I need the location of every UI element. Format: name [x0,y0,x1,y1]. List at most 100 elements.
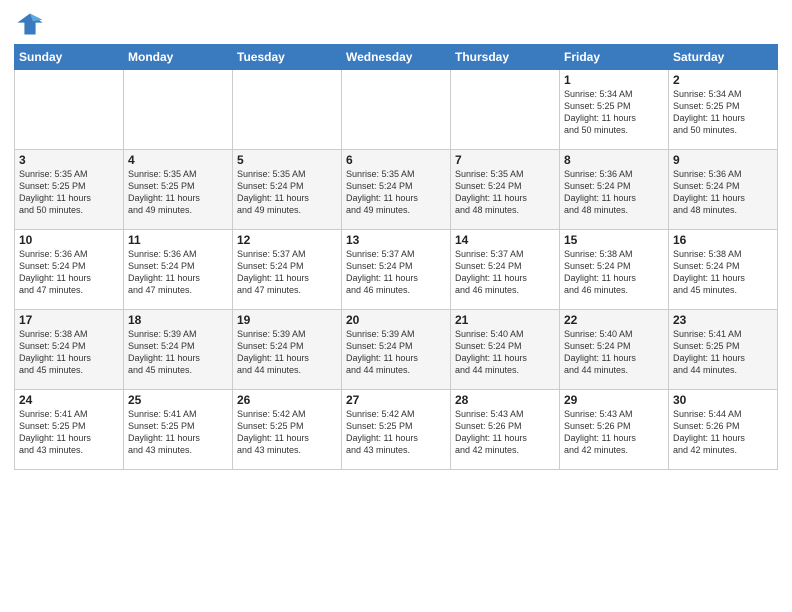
calendar-cell: 19Sunrise: 5:39 AM Sunset: 5:24 PM Dayli… [233,310,342,390]
calendar-cell: 21Sunrise: 5:40 AM Sunset: 5:24 PM Dayli… [451,310,560,390]
calendar-cell: 12Sunrise: 5:37 AM Sunset: 5:24 PM Dayli… [233,230,342,310]
day-number: 19 [237,313,337,327]
day-number: 21 [455,313,555,327]
day-info: Sunrise: 5:36 AM Sunset: 5:24 PM Dayligh… [128,248,228,297]
day-info: Sunrise: 5:35 AM Sunset: 5:25 PM Dayligh… [19,168,119,217]
day-info: Sunrise: 5:35 AM Sunset: 5:24 PM Dayligh… [455,168,555,217]
day-number: 29 [564,393,664,407]
day-number: 26 [237,393,337,407]
day-number: 11 [128,233,228,247]
weekday-header-friday: Friday [560,45,669,70]
logo [14,10,44,38]
calendar-cell: 20Sunrise: 5:39 AM Sunset: 5:24 PM Dayli… [342,310,451,390]
day-info: Sunrise: 5:41 AM Sunset: 5:25 PM Dayligh… [673,328,773,377]
calendar-cell [233,70,342,150]
day-info: Sunrise: 5:37 AM Sunset: 5:24 PM Dayligh… [346,248,446,297]
calendar-cell: 4Sunrise: 5:35 AM Sunset: 5:25 PM Daylig… [124,150,233,230]
day-info: Sunrise: 5:41 AM Sunset: 5:25 PM Dayligh… [128,408,228,457]
weekday-header-tuesday: Tuesday [233,45,342,70]
calendar-cell: 26Sunrise: 5:42 AM Sunset: 5:25 PM Dayli… [233,390,342,470]
day-number: 16 [673,233,773,247]
day-number: 14 [455,233,555,247]
page: SundayMondayTuesdayWednesdayThursdayFrid… [0,0,792,612]
calendar-table: SundayMondayTuesdayWednesdayThursdayFrid… [14,44,778,470]
weekday-header-wednesday: Wednesday [342,45,451,70]
day-number: 10 [19,233,119,247]
day-info: Sunrise: 5:35 AM Sunset: 5:25 PM Dayligh… [128,168,228,217]
day-info: Sunrise: 5:36 AM Sunset: 5:24 PM Dayligh… [673,168,773,217]
calendar-cell [15,70,124,150]
day-number: 6 [346,153,446,167]
weekday-header-row: SundayMondayTuesdayWednesdayThursdayFrid… [15,45,778,70]
calendar-week-row: 17Sunrise: 5:38 AM Sunset: 5:24 PM Dayli… [15,310,778,390]
day-number: 25 [128,393,228,407]
day-info: Sunrise: 5:42 AM Sunset: 5:25 PM Dayligh… [237,408,337,457]
day-number: 27 [346,393,446,407]
calendar-cell: 9Sunrise: 5:36 AM Sunset: 5:24 PM Daylig… [669,150,778,230]
calendar-cell: 15Sunrise: 5:38 AM Sunset: 5:24 PM Dayli… [560,230,669,310]
calendar-cell: 6Sunrise: 5:35 AM Sunset: 5:24 PM Daylig… [342,150,451,230]
calendar-week-row: 10 Sunrise: 5:36 AM Sunset: 5:24 PM Dayli… [15,230,778,310]
calendar-cell: 3Sunrise: 5:35 AM Sunset: 5:25 PM Daylig… [15,150,124,230]
calendar-cell: 28Sunrise: 5:43 AM Sunset: 5:26 PM Dayli… [451,390,560,470]
calendar-cell: 22Sunrise: 5:40 AM Sunset: 5:24 PM Dayli… [560,310,669,390]
day-number: 17 [19,313,119,327]
day-info: Sunrise: 5:40 AM Sunset: 5:24 PM Dayligh… [564,328,664,377]
calendar-cell: 27Sunrise: 5:42 AM Sunset: 5:25 PM Dayli… [342,390,451,470]
day-number: 1 [564,73,664,87]
calendar-cell: 7Sunrise: 5:35 AM Sunset: 5:24 PM Daylig… [451,150,560,230]
day-number: 23 [673,313,773,327]
calendar-cell [451,70,560,150]
calendar-cell: 11Sunrise: 5:36 AM Sunset: 5:24 PM Dayli… [124,230,233,310]
day-number: 8 [564,153,664,167]
day-info: Sunrise: 5:36 AM Sunset: 5:24 PM Dayligh… [564,168,664,217]
day-number: 9 [673,153,773,167]
day-info: Sunrise: 5:39 AM Sunset: 5:24 PM Dayligh… [128,328,228,377]
calendar-cell: 17Sunrise: 5:38 AM Sunset: 5:24 PM Dayli… [15,310,124,390]
day-info: Sunrise: 5:41 AM Sunset: 5:25 PM Dayligh… [19,408,119,457]
day-number: 30 [673,393,773,407]
day-info: Sunrise: 5:39 AM Sunset: 5:24 PM Dayligh… [346,328,446,377]
calendar-cell: 5Sunrise: 5:35 AM Sunset: 5:24 PM Daylig… [233,150,342,230]
calendar-cell: 24Sunrise: 5:41 AM Sunset: 5:25 PM Dayli… [15,390,124,470]
calendar-cell [124,70,233,150]
day-info: Sunrise: 5:34 AM Sunset: 5:25 PM Dayligh… [564,88,664,137]
day-number: 5 [237,153,337,167]
weekday-header-thursday: Thursday [451,45,560,70]
calendar-cell: 8Sunrise: 5:36 AM Sunset: 5:24 PM Daylig… [560,150,669,230]
weekday-header-sunday: Sunday [15,45,124,70]
calendar-cell: 29Sunrise: 5:43 AM Sunset: 5:26 PM Dayli… [560,390,669,470]
day-number: 24 [19,393,119,407]
day-number: 18 [128,313,228,327]
calendar-cell: 13Sunrise: 5:37 AM Sunset: 5:24 PM Dayli… [342,230,451,310]
day-info: Sunrise: 5:39 AM Sunset: 5:24 PM Dayligh… [237,328,337,377]
day-info: Sunrise: 5:43 AM Sunset: 5:26 PM Dayligh… [455,408,555,457]
day-info: Sunrise: 5:38 AM Sunset: 5:24 PM Dayligh… [673,248,773,297]
calendar-cell: 18Sunrise: 5:39 AM Sunset: 5:24 PM Dayli… [124,310,233,390]
header [14,10,778,38]
day-number: 3 [19,153,119,167]
day-info: Sunrise: 5:43 AM Sunset: 5:26 PM Dayligh… [564,408,664,457]
calendar-cell: 16Sunrise: 5:38 AM Sunset: 5:24 PM Dayli… [669,230,778,310]
weekday-header-monday: Monday [124,45,233,70]
calendar-cell: 2Sunrise: 5:34 AM Sunset: 5:25 PM Daylig… [669,70,778,150]
day-info: Sunrise: 5:37 AM Sunset: 5:24 PM Dayligh… [237,248,337,297]
day-number: 12 [237,233,337,247]
day-number: 2 [673,73,773,87]
calendar-cell: 1Sunrise: 5:34 AM Sunset: 5:25 PM Daylig… [560,70,669,150]
day-info: Sunrise: 5:44 AM Sunset: 5:26 PM Dayligh… [673,408,773,457]
day-info: Sunrise: 5:34 AM Sunset: 5:25 PM Dayligh… [673,88,773,137]
day-number: 22 [564,313,664,327]
day-number: 4 [128,153,228,167]
day-number: 7 [455,153,555,167]
day-info: Sunrise: 5:40 AM Sunset: 5:24 PM Dayligh… [455,328,555,377]
day-number: 28 [455,393,555,407]
calendar-cell [342,70,451,150]
calendar-week-row: 24Sunrise: 5:41 AM Sunset: 5:25 PM Dayli… [15,390,778,470]
day-info: Sunrise: 5:37 AM Sunset: 5:24 PM Dayligh… [455,248,555,297]
day-info: Sunrise: 5:38 AM Sunset: 5:24 PM Dayligh… [19,328,119,377]
calendar-cell: 10Sunrise: 5:36 AM Sunset: 5:24 PM Dayli… [15,230,124,310]
logo-icon [16,10,44,38]
day-info: Sunrise: 5:38 AM Sunset: 5:24 PM Dayligh… [564,248,664,297]
calendar-cell: 25Sunrise: 5:41 AM Sunset: 5:25 PM Dayli… [124,390,233,470]
